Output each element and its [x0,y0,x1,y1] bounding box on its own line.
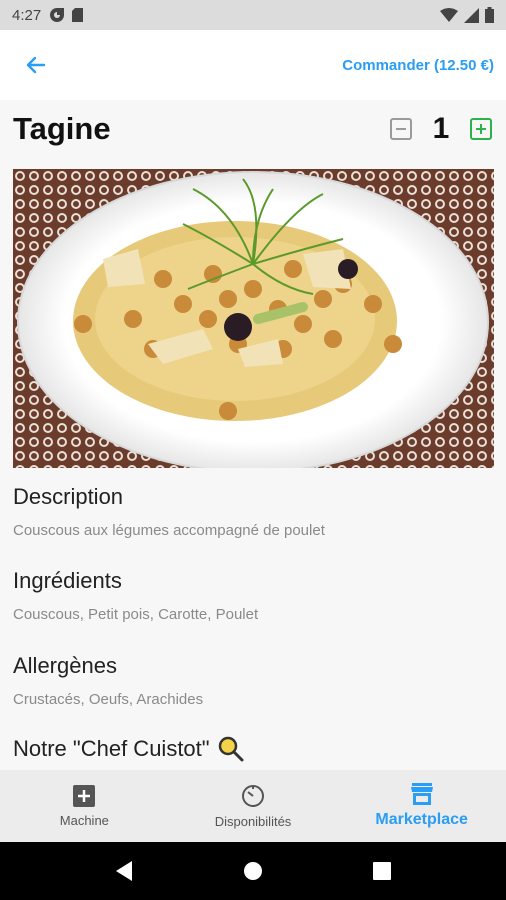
allergens-section: Allergènes Crustacés, Oeufs, Arachides [13,653,493,708]
system-nav-bar [0,842,506,900]
nav-machine-label: Machine [59,812,109,828]
status-time: 4:27 [12,6,42,24]
nav-availability[interactable]: Disponibilités [169,770,338,842]
chef-section: Notre "Chef Cuistot" [13,736,493,762]
back-button[interactable] [22,51,50,79]
sync-icon [50,8,65,22]
status-bar: 4:27 [0,0,506,30]
arrow-left-icon [26,56,46,74]
system-back-button[interactable] [109,856,139,886]
nav-availability-label: Disponibilités [214,813,292,829]
quantity-value: 1 [432,112,450,145]
battery-icon [485,7,494,23]
wifi-icon [440,7,458,22]
circle-home-icon [243,862,262,880]
system-recents-button[interactable] [367,856,397,886]
description-title: Description [13,484,124,509]
signal-icon [464,7,479,23]
plus-square-icon [73,784,96,807]
magnifier-icon [218,736,244,762]
description-section: Description Couscous aux légumes accompa… [13,484,493,539]
system-home-button[interactable] [238,856,268,886]
chef-title: Notre "Chef Cuistot" [13,736,210,761]
triangle-back-icon [116,861,133,881]
description-text: Couscous aux légumes accompagné de poule… [13,522,325,539]
decrease-button[interactable] [389,117,413,141]
app-bar: Commander (12.50 €) [0,30,506,100]
dish-detail: Tagine 1 Description Couscous aux légume… [0,100,506,770]
nav-machine[interactable]: Machine [0,770,169,842]
nav-marketplace[interactable]: Marketplace [337,770,506,842]
ingredients-title: Ingrédients [13,568,122,593]
ingredients-section: Ingrédients Couscous, Petit pois, Carott… [13,568,493,623]
plus-box-icon [470,118,492,140]
timer-icon [242,784,264,807]
sd-card-icon [72,8,84,22]
nav-marketplace-label: Marketplace [375,811,468,828]
square-recents-icon [372,862,391,880]
store-icon [410,783,433,805]
increase-button[interactable] [469,117,493,141]
allergens-text: Crustacés, Oeufs, Arachides [13,691,204,708]
allergens-title: Allergènes [13,653,117,678]
quantity-stepper: 1 [389,112,493,146]
bottom-nav: Machine Disponibilités Marketplace [0,770,506,842]
order-button[interactable]: Commander (12.50 €) [342,57,494,74]
title-row: Tagine 1 [13,108,493,150]
ingredients-text: Couscous, Petit pois, Carotte, Poulet [13,606,259,623]
dish-image [13,169,494,468]
dish-title: Tagine [13,111,111,146]
minus-box-icon [390,118,412,140]
